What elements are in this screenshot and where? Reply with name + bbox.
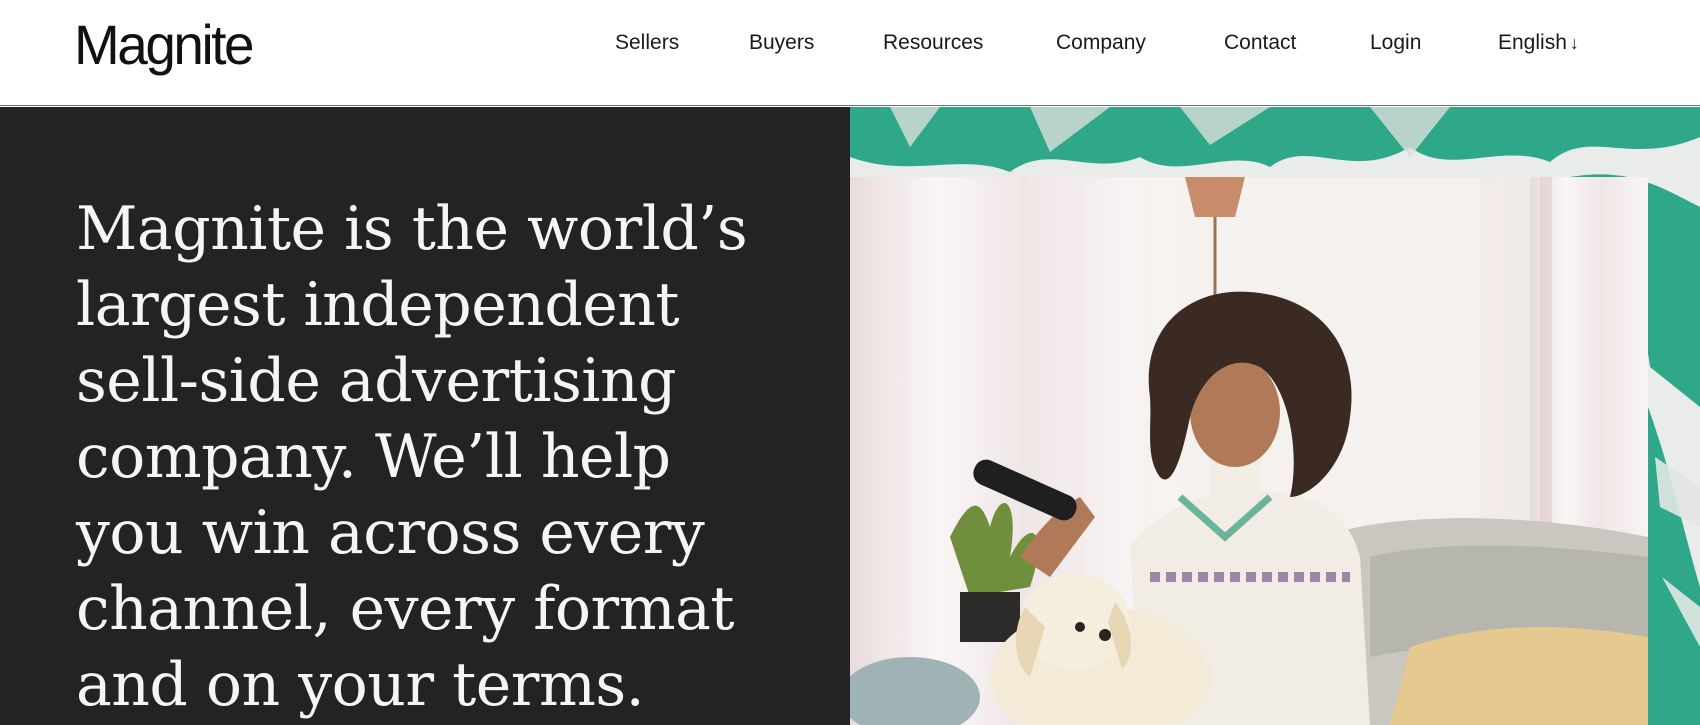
- language-label: English: [1498, 31, 1567, 54]
- main-nav: Sellers Buyers Resources Company Contact…: [0, 28, 1700, 58]
- hero-image-panel: [850, 107, 1700, 725]
- nav-sellers[interactable]: Sellers: [615, 28, 679, 58]
- nav-contact[interactable]: Contact: [1224, 28, 1296, 58]
- arrow-down-icon: ↓: [1569, 33, 1579, 53]
- nav-buyers[interactable]: Buyers: [749, 28, 814, 58]
- hero-headline: Magnite is the world’s largest independe…: [76, 194, 748, 720]
- nav-login[interactable]: Login: [1370, 28, 1421, 58]
- nav-company[interactable]: Company: [1056, 28, 1146, 58]
- woman-with-remote-and-dog-image: [850, 177, 1648, 725]
- site-header: Magnite Sellers Buyers Resources Company…: [0, 0, 1700, 106]
- language-selector[interactable]: English ↓: [1498, 28, 1579, 58]
- hero-photo: [850, 177, 1648, 725]
- nav-resources[interactable]: Resources: [883, 28, 983, 58]
- hero-text-panel: Magnite is the world’s largest independe…: [0, 107, 850, 725]
